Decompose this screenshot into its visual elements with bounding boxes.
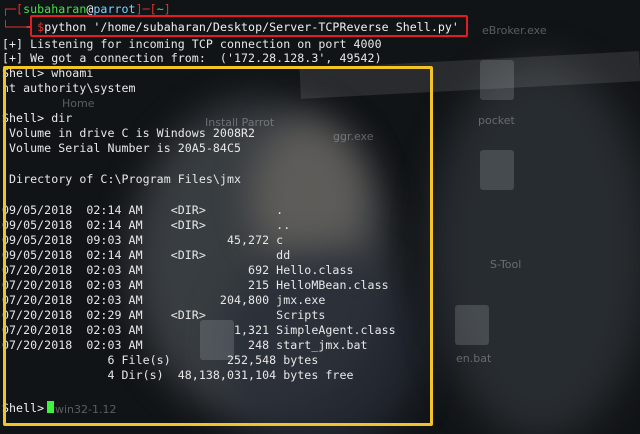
output-highlight-box [3,66,433,426]
prompt-header: ┌─[subaharan@parrot]─[~] [2,2,171,16]
output-connection: [+] We got a connection from: ('172.28.1… [2,51,382,65]
prompt-user: subaharan [23,2,87,16]
prompt-cwd: ~ [156,2,164,16]
prompt-host: parrot [93,2,136,16]
terminal-window[interactable]: ┌─[subaharan@parrot]─[~] └──╼ $python '/… [0,0,640,434]
command-highlight-box [30,15,468,37]
output-listen: [+] Listening for incoming TCP connectio… [2,37,382,51]
